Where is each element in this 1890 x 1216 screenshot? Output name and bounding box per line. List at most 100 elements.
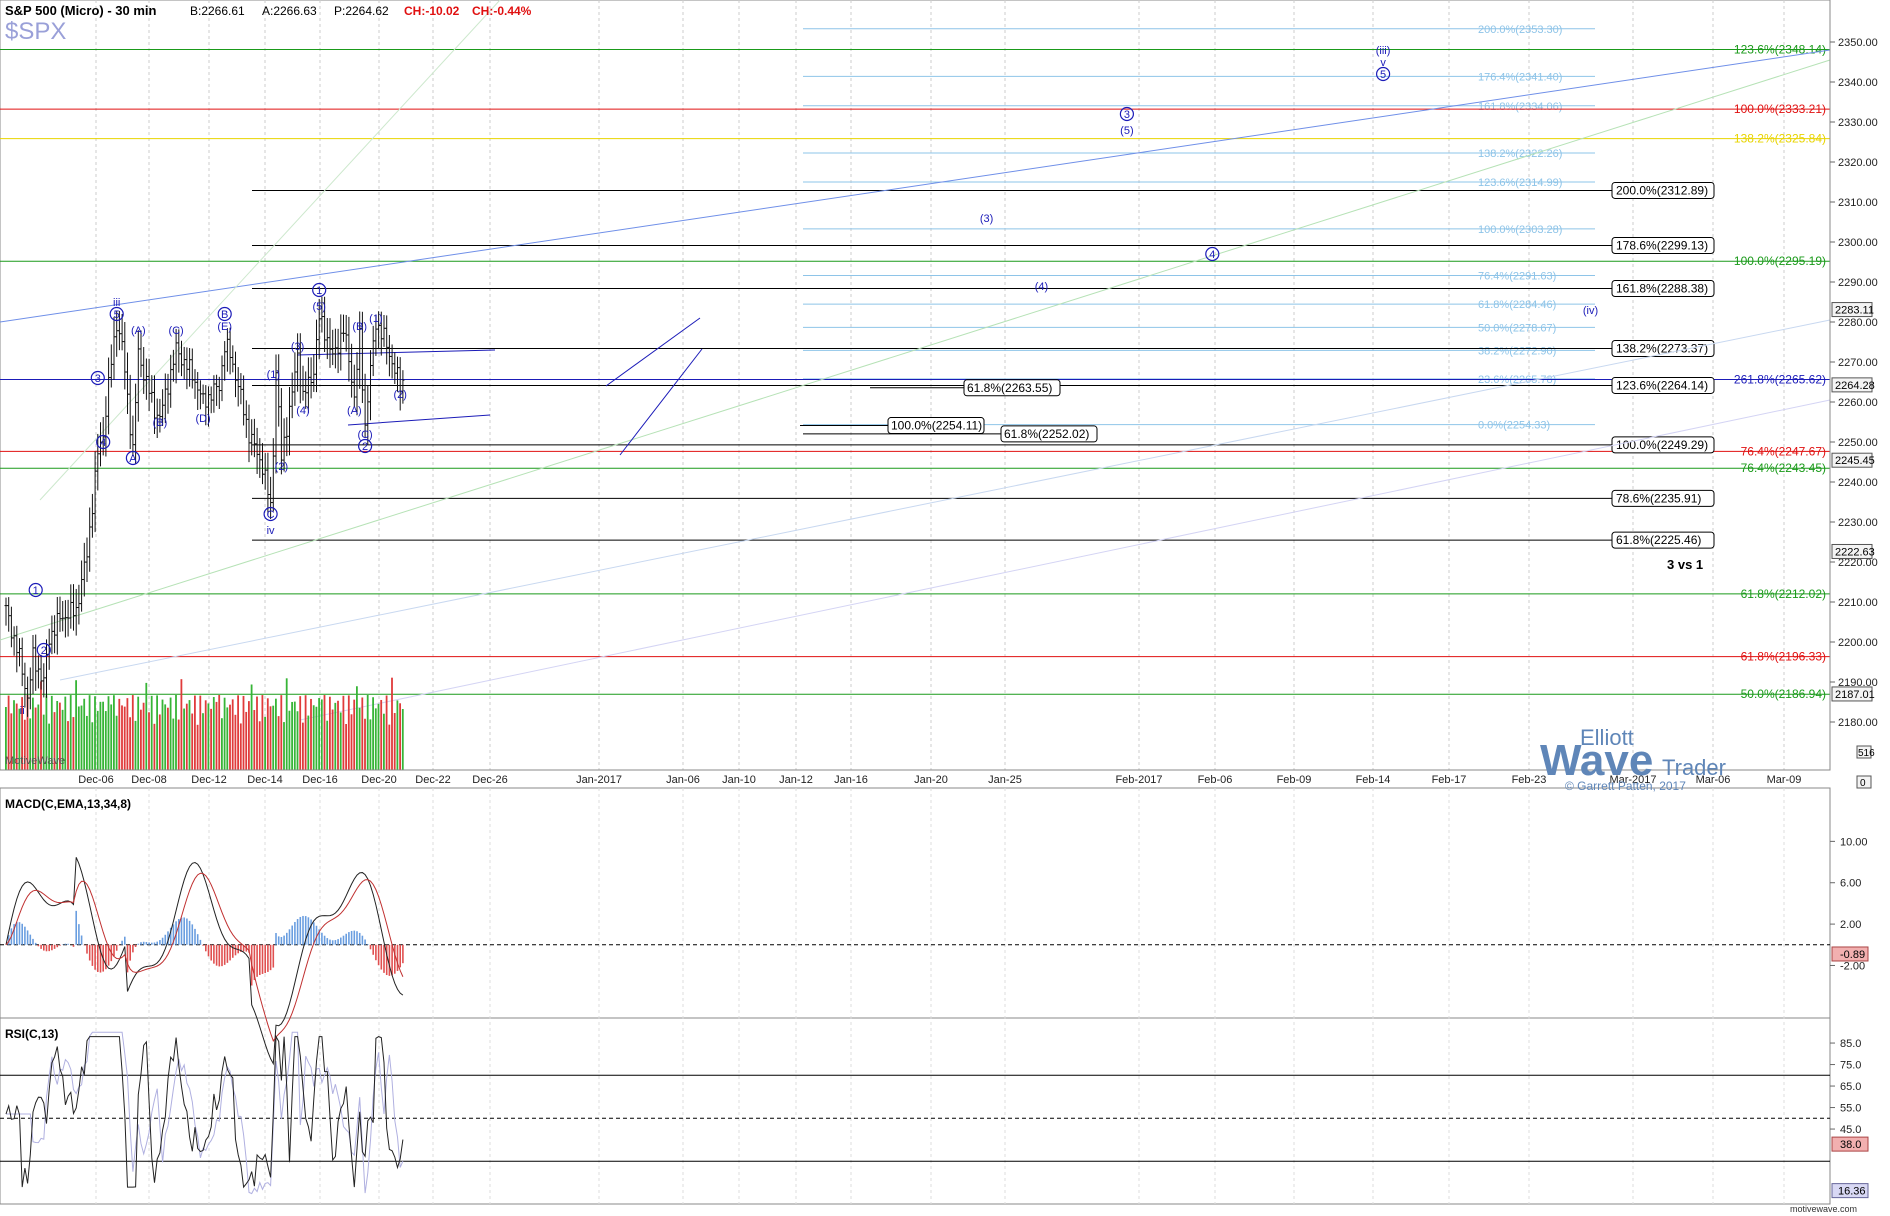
- macd-hist-bar: [380, 944, 383, 970]
- volume-bar: [88, 695, 91, 770]
- volume-bar: [315, 706, 318, 770]
- x-tick-label: Jan-12: [779, 774, 813, 786]
- volume-bar: [253, 710, 256, 770]
- macd-hist-bar: [269, 944, 272, 971]
- volume-bar: [326, 720, 329, 770]
- macd-hist-bar: [126, 944, 129, 973]
- volume-bar: [210, 708, 212, 770]
- volume-bar: [280, 695, 283, 770]
- macd-hist-bar: [199, 939, 202, 945]
- macd-hist-bar: [396, 944, 399, 971]
- macd-hist-bar: [375, 944, 377, 961]
- x-tick-label: Jan-25: [988, 774, 1022, 786]
- box-fib-label: 100.0%(2249.29): [1616, 438, 1708, 452]
- wave-label: (1): [369, 313, 382, 325]
- macd-hist-bar: [369, 944, 372, 950]
- volume-bar: [191, 713, 194, 770]
- macd-hist-bar: [196, 934, 199, 945]
- volume-tag-label: 516: [1858, 748, 1875, 759]
- volume-bar: [377, 703, 380, 770]
- volume-bar: [245, 711, 248, 770]
- price-tick-label: 2350.00: [1838, 37, 1878, 49]
- volume-bar: [347, 695, 350, 770]
- volume-bar: [339, 712, 342, 770]
- svg-text:Wave: Wave: [1540, 736, 1653, 785]
- rsi-tick-label: 45.0: [1840, 1124, 1861, 1136]
- volume-bar: [202, 713, 204, 770]
- x-tick-label: Dec-16: [302, 774, 337, 786]
- volume-bar: [153, 723, 156, 770]
- volume-bar: [180, 679, 183, 770]
- macd-hist-bar: [145, 942, 148, 945]
- macd-hist-bar: [113, 944, 115, 957]
- volume-bar: [188, 700, 191, 770]
- price-tick-label: 2330.00: [1838, 117, 1878, 129]
- volume-bar: [194, 695, 196, 770]
- macd-hist-bar: [323, 935, 326, 945]
- macd-hist-bar: [286, 932, 288, 945]
- macd-hist-bar: [256, 944, 258, 977]
- volume-bar: [383, 713, 385, 770]
- macd-hist-bar: [75, 910, 77, 945]
- macd-hist-bar: [321, 932, 323, 945]
- macd-hist-bar: [291, 925, 293, 945]
- macd-hist-bar: [64, 943, 67, 945]
- light-fib-label: 76.4%(2291.63): [1478, 270, 1556, 282]
- wave-label: (5): [312, 301, 325, 313]
- volume-bar: [269, 706, 272, 770]
- price-tick-label: 2270.00: [1838, 357, 1878, 369]
- macd-hist-bar: [159, 940, 161, 945]
- volume-bar: [161, 699, 164, 770]
- volume-bar: [142, 702, 145, 770]
- volume-bar: [288, 710, 291, 770]
- volume-bar: [291, 701, 293, 770]
- wave-label: (iv): [1583, 305, 1598, 317]
- wave-label: (3): [291, 341, 304, 353]
- macd-hist-bar: [18, 922, 21, 945]
- volume-bar: [399, 703, 401, 770]
- macd-tick-label: 6.00: [1840, 878, 1861, 890]
- macd-current-label: -0.89: [1840, 949, 1865, 961]
- volume-bar: [104, 711, 107, 770]
- macd-hist-bar: [356, 931, 358, 945]
- macd-hist-bar: [91, 944, 94, 966]
- volume-bar: [364, 718, 366, 770]
- macd-hist-bar: [213, 944, 215, 964]
- volume-bar: [110, 704, 113, 770]
- box-fib-label: 178.6%(2299.13): [1616, 238, 1708, 252]
- wave-label: B: [221, 309, 228, 321]
- volume-bar: [150, 695, 153, 770]
- volume-bar: [115, 715, 118, 770]
- macd-hist-bar: [275, 933, 277, 945]
- macd-hist-bar: [40, 944, 42, 949]
- x-tick-label: Dec-22: [415, 774, 450, 786]
- volume-bar: [169, 697, 172, 770]
- volume-bar: [256, 696, 258, 770]
- macd-hist-bar: [210, 944, 212, 961]
- macd-hist-bar: [402, 944, 404, 964]
- macd-hist-bar: [142, 941, 145, 945]
- volume-bar: [229, 704, 231, 770]
- volume-bar: [196, 724, 199, 770]
- small-fib-label: 100.0%(2254.11): [891, 419, 982, 433]
- volume-tag-label: 0: [1860, 778, 1866, 789]
- volume-bar: [304, 695, 307, 770]
- rsi-current2-label: 16.36: [1838, 1186, 1866, 1198]
- volume-bar: [239, 723, 242, 770]
- volume-bar: [137, 696, 140, 770]
- symbol-watermark: $SPX: [5, 18, 66, 45]
- macd-hist-bar: [337, 939, 339, 945]
- volume-bar: [215, 701, 218, 770]
- volume-bar: [212, 697, 215, 770]
- chart-title: S&P 500 (Micro) - 30 min: [5, 3, 157, 18]
- wave-label: 4: [100, 437, 106, 449]
- x-tick-label: Feb-17: [1432, 774, 1467, 786]
- volume-bar: [199, 695, 202, 770]
- macd-hist-bar: [48, 944, 50, 952]
- light-fib-label: 0.0%(2254.33): [1478, 420, 1550, 432]
- volume-bar: [374, 708, 377, 770]
- light-fib-label: 38.2%(2272.90): [1478, 345, 1556, 357]
- light-fib-label: 200.0%(2353.30): [1478, 24, 1562, 36]
- macd-hist-bar: [29, 934, 32, 945]
- volume-bar: [69, 695, 72, 770]
